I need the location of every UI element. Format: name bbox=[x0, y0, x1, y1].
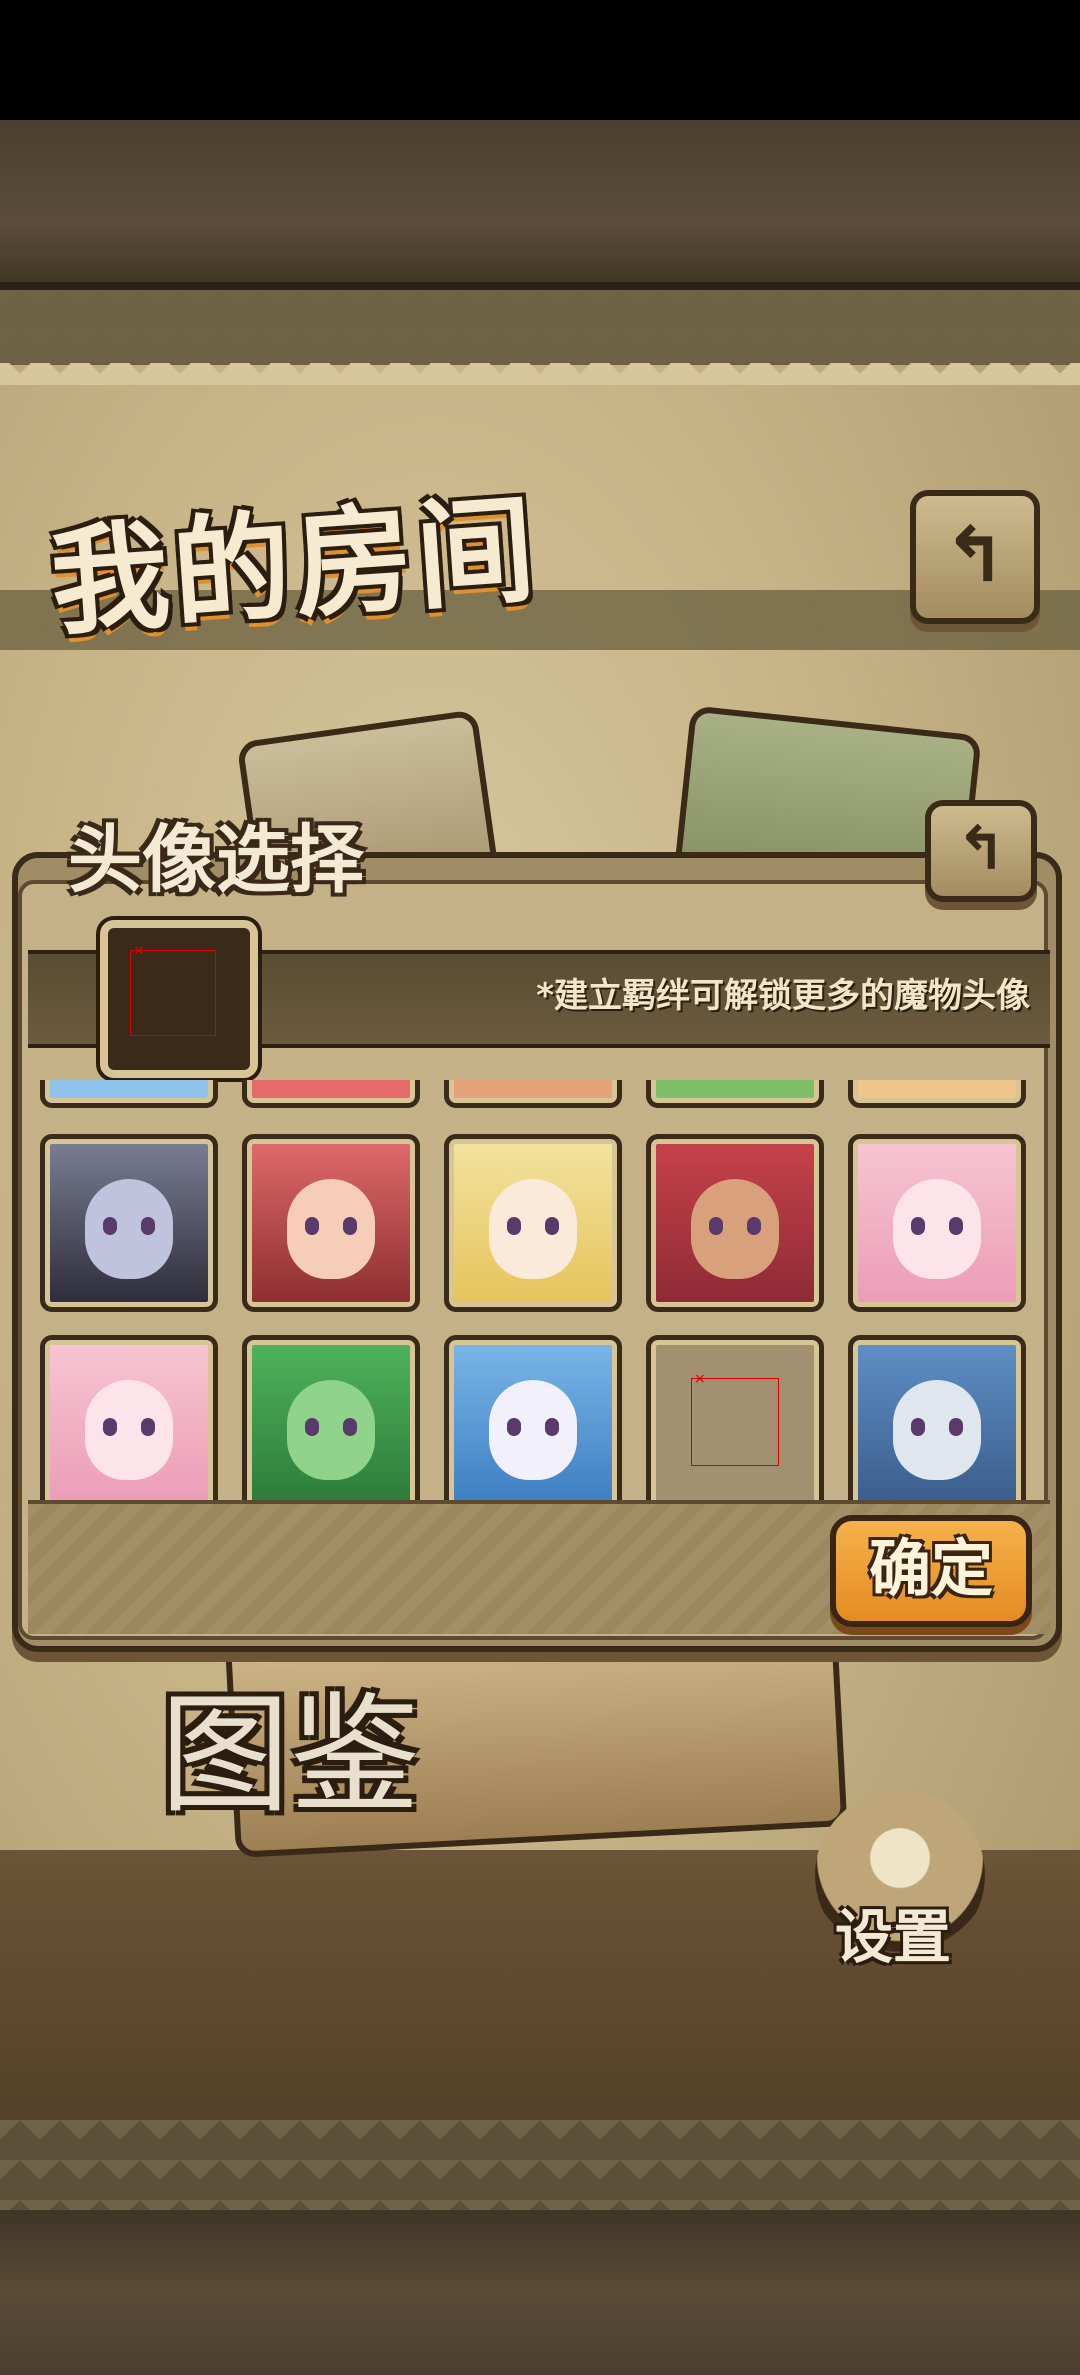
avatar-cell-partial[interactable] bbox=[848, 1080, 1026, 1108]
avatar-pink-haired-girl[interactable] bbox=[848, 1134, 1026, 1312]
avatar-eyes bbox=[709, 1217, 761, 1235]
zigzag-border-bottom bbox=[0, 2120, 1080, 2210]
unlock-hint: *建立羁绊可解锁更多的魔物头像 bbox=[536, 976, 1030, 1016]
avatar-green-slime-girl[interactable] bbox=[242, 1335, 420, 1512]
book-label[interactable]: 图鉴 bbox=[160, 1650, 420, 1838]
avatar-blue-haired-knight[interactable] bbox=[848, 1335, 1026, 1512]
avatar-eyes bbox=[507, 1217, 559, 1235]
zigzag-border-top bbox=[0, 290, 1080, 365]
header-map-band bbox=[0, 120, 1080, 290]
back-arrow-icon: ↰ bbox=[955, 814, 1007, 884]
avatar-grid[interactable]: × bbox=[40, 1080, 1040, 1512]
avatar-dialog-title: 头像选择 bbox=[68, 817, 364, 903]
avatar-eyes bbox=[911, 1217, 963, 1235]
avatar-red-haired-tan-girl[interactable] bbox=[646, 1134, 824, 1312]
avatar-dark-haired-horned-girl[interactable] bbox=[40, 1134, 218, 1312]
avatar-cell-partial[interactable] bbox=[242, 1080, 420, 1108]
locked-avatar-placeholder: × bbox=[691, 1371, 779, 1466]
page-title: 我的房间 bbox=[46, 479, 543, 652]
avatar-eyes bbox=[305, 1418, 357, 1436]
avatar-locked[interactable]: × bbox=[646, 1335, 824, 1512]
avatar-eyes bbox=[103, 1217, 155, 1235]
avatar-red-haired-girl-bow[interactable] bbox=[242, 1134, 420, 1312]
back-button[interactable]: ↰ bbox=[910, 490, 1040, 624]
avatar-white-ghost-creature[interactable] bbox=[444, 1335, 622, 1512]
status-bar-area bbox=[0, 0, 1080, 120]
current-avatar-image: × bbox=[130, 943, 216, 1036]
avatar-eyes bbox=[507, 1418, 559, 1436]
settings-label[interactable]: 设置 bbox=[835, 1890, 951, 1974]
dialog-back-button[interactable]: ↰ bbox=[925, 800, 1037, 902]
confirm-button[interactable]: 确定 bbox=[830, 1515, 1032, 1627]
avatar-eyes bbox=[305, 1217, 357, 1235]
avatar-eyes bbox=[911, 1418, 963, 1436]
footer-map-band bbox=[0, 2210, 1080, 2375]
avatar-blonde-glasses-girl[interactable] bbox=[444, 1134, 622, 1312]
avatar-pink-haired-girl-2[interactable] bbox=[40, 1335, 218, 1512]
avatar-cell-partial[interactable] bbox=[646, 1080, 824, 1108]
avatar-cell-partial[interactable] bbox=[40, 1080, 218, 1108]
avatar-eyes bbox=[103, 1418, 155, 1436]
avatar-cell-partial[interactable] bbox=[444, 1080, 622, 1108]
back-arrow-icon: ↰ bbox=[943, 510, 1007, 599]
